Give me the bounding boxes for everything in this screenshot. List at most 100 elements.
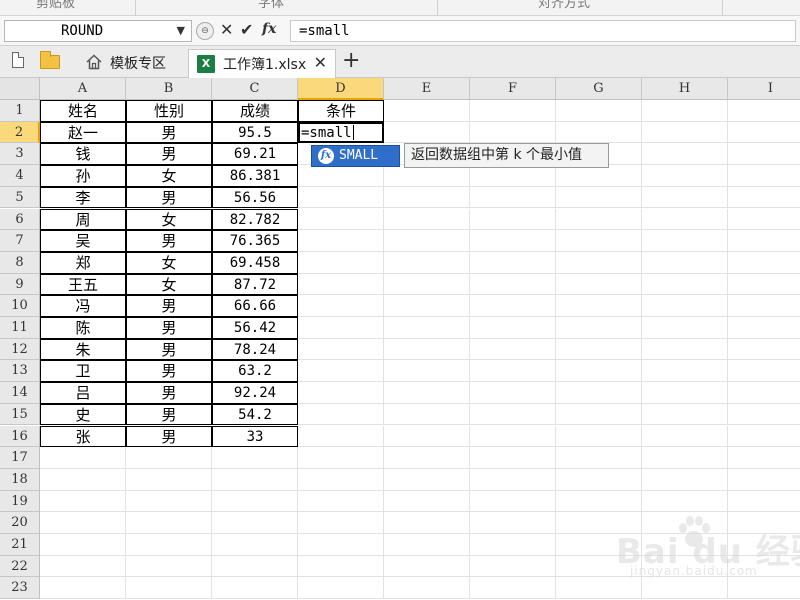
column-header-a[interactable]: A bbox=[40, 78, 126, 100]
cell-c10[interactable]: 66.66 bbox=[212, 295, 298, 317]
cell-e18[interactable] bbox=[384, 468, 470, 491]
cell-h13[interactable] bbox=[642, 360, 728, 383]
cell-e13[interactable] bbox=[384, 360, 470, 383]
cell-i18[interactable] bbox=[728, 469, 800, 491]
chevron-down-icon[interactable]: ▼ bbox=[177, 24, 185, 37]
column-header-e[interactable]: E bbox=[384, 78, 470, 100]
cell-a14[interactable]: 吕 bbox=[40, 382, 126, 404]
cell-b16[interactable]: 男 bbox=[126, 425, 212, 448]
cell-a23[interactable] bbox=[40, 577, 126, 600]
cell-f20[interactable] bbox=[470, 512, 556, 534]
cell-b12[interactable]: 男 bbox=[126, 338, 212, 361]
cell-e8[interactable] bbox=[384, 251, 470, 274]
cell-d14[interactable] bbox=[298, 382, 384, 404]
cell-g16[interactable] bbox=[556, 425, 642, 448]
cell-g17[interactable] bbox=[556, 447, 642, 469]
cell-e14[interactable] bbox=[384, 382, 470, 404]
cell-e15[interactable] bbox=[384, 403, 470, 426]
cell-e11[interactable] bbox=[384, 317, 470, 339]
cell-d10[interactable] bbox=[298, 295, 384, 317]
row-header-13[interactable]: 13 bbox=[0, 360, 40, 383]
cell-f6[interactable] bbox=[470, 208, 556, 231]
column-header-f[interactable]: F bbox=[470, 78, 556, 100]
row-header-7[interactable]: 7 bbox=[0, 230, 40, 252]
row-header-4[interactable]: 4 bbox=[0, 165, 40, 187]
cell-e2[interactable] bbox=[384, 121, 470, 144]
cell-c5[interactable]: 56.56 bbox=[212, 186, 298, 209]
cell-d19[interactable] bbox=[298, 490, 384, 513]
cell-g5[interactable] bbox=[556, 186, 642, 209]
cell-b4[interactable]: 女 bbox=[126, 165, 212, 187]
cell-c1[interactable]: 成绩 bbox=[212, 100, 298, 122]
cell-a16[interactable]: 张 bbox=[40, 425, 126, 448]
cell-c11[interactable]: 56.42 bbox=[212, 317, 298, 339]
cell-b18[interactable] bbox=[126, 468, 212, 491]
cell-e4[interactable] bbox=[384, 165, 470, 187]
cell-c19[interactable] bbox=[212, 490, 298, 513]
cell-b9[interactable]: 女 bbox=[126, 273, 212, 296]
cell-b6[interactable]: 女 bbox=[126, 208, 212, 231]
cell-g12[interactable] bbox=[556, 338, 642, 361]
autocomplete-item-small[interactable]: fx SMALL bbox=[311, 145, 400, 167]
column-header-h[interactable]: H bbox=[642, 78, 728, 100]
cell-a12[interactable]: 朱 bbox=[40, 338, 126, 361]
cell-e22[interactable] bbox=[384, 555, 470, 578]
row-header-14[interactable]: 14 bbox=[0, 382, 40, 404]
cell-d15[interactable] bbox=[298, 403, 384, 426]
select-all-corner[interactable] bbox=[0, 78, 40, 100]
collapse-icon[interactable]: ⊖ bbox=[196, 22, 214, 40]
cell-h16[interactable] bbox=[642, 425, 728, 448]
new-document-icon[interactable] bbox=[12, 52, 24, 68]
row-header-18[interactable]: 18 bbox=[0, 468, 40, 491]
cell-h9[interactable] bbox=[642, 273, 728, 296]
cell-e7[interactable] bbox=[384, 230, 470, 252]
cell-f18[interactable] bbox=[470, 468, 556, 491]
cell-a19[interactable] bbox=[40, 490, 126, 513]
cell-i2[interactable] bbox=[728, 122, 800, 144]
cell-f5[interactable] bbox=[470, 186, 556, 209]
cell-c8[interactable]: 69.458 bbox=[212, 251, 298, 274]
cell-b1[interactable]: 性别 bbox=[126, 100, 212, 122]
cell-e20[interactable] bbox=[384, 512, 470, 534]
cell-d9[interactable] bbox=[298, 273, 384, 296]
cell-a9[interactable]: 王五 bbox=[40, 273, 126, 296]
cell-a7[interactable]: 吴 bbox=[40, 230, 126, 252]
cell-e21[interactable] bbox=[384, 534, 470, 556]
row-header-9[interactable]: 9 bbox=[0, 273, 40, 296]
cell-c20[interactable] bbox=[212, 512, 298, 534]
ribbon-group-clipboard[interactable]: 剪贴板 bbox=[36, 0, 75, 11]
cell-g18[interactable] bbox=[556, 468, 642, 491]
cell-c23[interactable] bbox=[212, 577, 298, 600]
column-header-i[interactable]: I bbox=[728, 78, 800, 100]
cell-c2[interactable]: 95.5 bbox=[212, 121, 298, 144]
cell-a15[interactable]: 史 bbox=[40, 403, 126, 426]
cell-c13[interactable]: 63.2 bbox=[212, 360, 298, 383]
row-header-10[interactable]: 10 bbox=[0, 295, 40, 317]
cell-e5[interactable] bbox=[384, 186, 470, 209]
row-header-12[interactable]: 12 bbox=[0, 338, 40, 361]
cell-d21[interactable] bbox=[298, 534, 384, 556]
cell-a21[interactable] bbox=[40, 534, 126, 556]
cell-f22[interactable] bbox=[470, 555, 556, 578]
cell-e23[interactable] bbox=[384, 577, 470, 600]
confirm-icon[interactable]: ✔ bbox=[240, 20, 253, 39]
cell-i5[interactable] bbox=[728, 187, 800, 209]
cell-h18[interactable] bbox=[642, 468, 728, 491]
cell-a18[interactable] bbox=[40, 468, 126, 491]
cell-h12[interactable] bbox=[642, 338, 728, 361]
cell-a3[interactable]: 钱 bbox=[40, 143, 126, 166]
cell-c22[interactable] bbox=[212, 555, 298, 578]
cell-g11[interactable] bbox=[556, 317, 642, 339]
row-header-17[interactable]: 17 bbox=[0, 447, 40, 469]
cell-f11[interactable] bbox=[470, 317, 556, 339]
cell-b15[interactable]: 男 bbox=[126, 403, 212, 426]
cell-h17[interactable] bbox=[642, 447, 728, 469]
cell-f15[interactable] bbox=[470, 403, 556, 426]
cell-h4[interactable] bbox=[642, 165, 728, 187]
tab-template-zone[interactable]: 模板专区 bbox=[76, 49, 186, 78]
cell-d2[interactable]: =small bbox=[298, 121, 384, 144]
cell-i3[interactable] bbox=[728, 143, 800, 166]
cell-c14[interactable]: 92.24 bbox=[212, 382, 298, 404]
row-header-2[interactable]: 2 bbox=[0, 121, 40, 144]
cell-i19[interactable] bbox=[728, 491, 800, 513]
